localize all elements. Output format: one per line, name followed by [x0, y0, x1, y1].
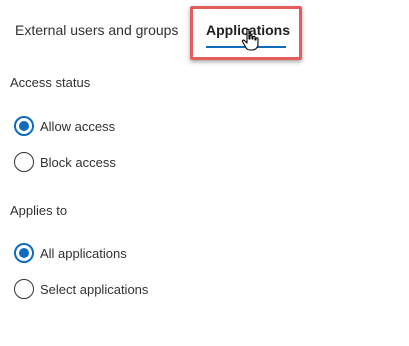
- radio-button-checked[interactable]: [14, 116, 34, 136]
- radio-label-select-applications: Select applications: [40, 281, 149, 297]
- radio-allow-access[interactable]: Allow access: [14, 116, 115, 136]
- radio-block-access[interactable]: Block access: [14, 152, 116, 172]
- tab-external-users-and-groups[interactable]: External users and groups: [15, 22, 178, 38]
- radio-button-unchecked[interactable]: [14, 152, 34, 172]
- radio-select-applications[interactable]: Select applications: [14, 279, 148, 299]
- radio-label-block-access: Block access: [40, 154, 116, 170]
- hand-pointer-icon: [241, 28, 259, 51]
- radio-label-allow-access: Allow access: [40, 118, 116, 134]
- access-status-label: Access status: [10, 75, 91, 90]
- radio-label-all-applications: All applications: [40, 245, 127, 261]
- cross-tenant-access-panel: External users and groups Applications A…: [0, 0, 409, 346]
- radio-all-applications[interactable]: All applications: [14, 243, 127, 263]
- radio-button-unchecked[interactable]: [14, 279, 34, 299]
- radio-button-checked[interactable]: [14, 243, 34, 263]
- applies-to-label: Applies to: [10, 203, 68, 218]
